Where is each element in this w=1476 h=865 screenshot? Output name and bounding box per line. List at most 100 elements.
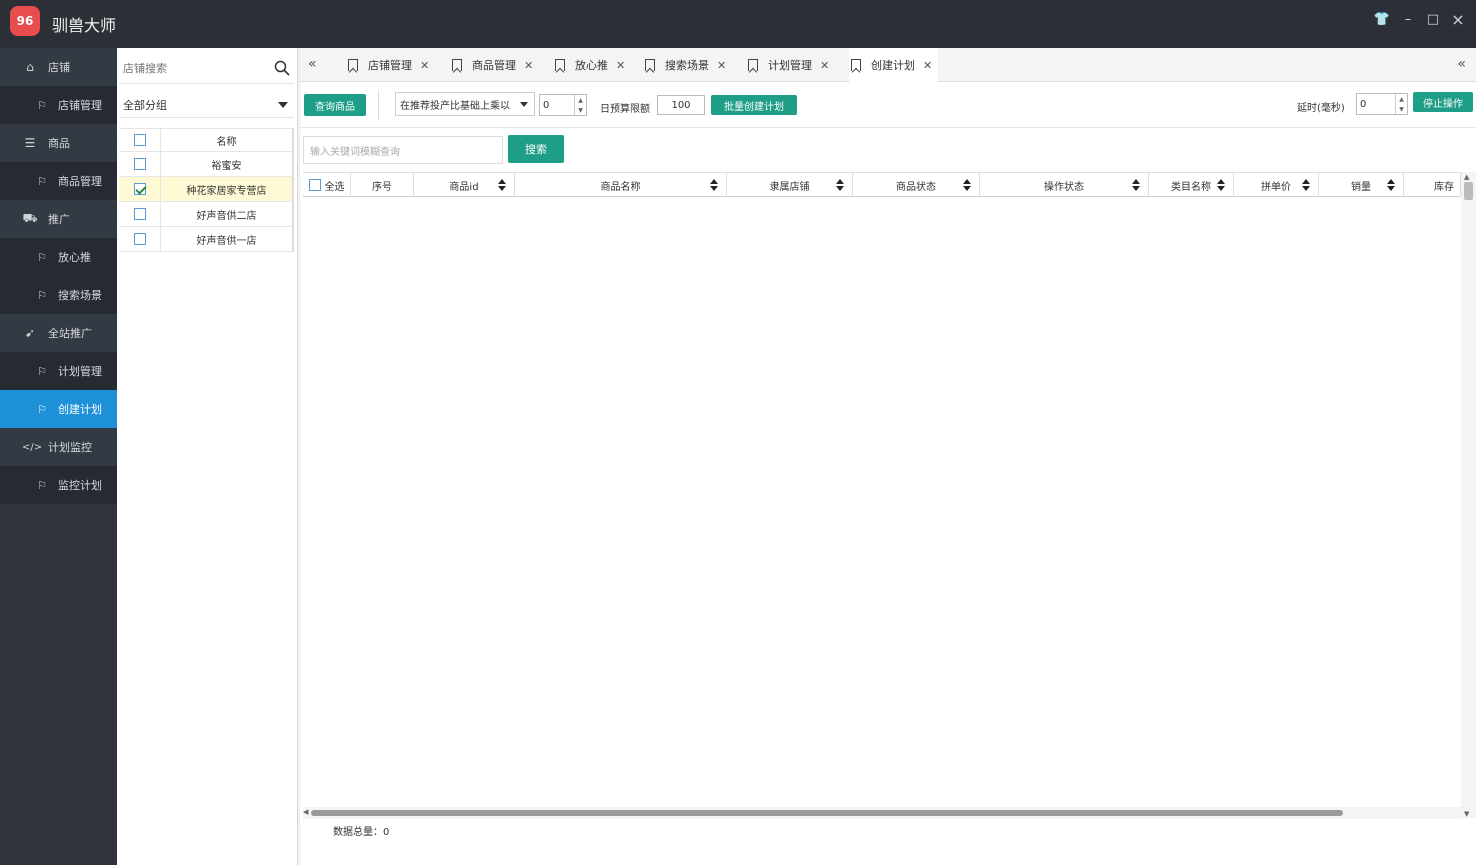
shop-row[interactable]: 好声音供二店 <box>119 202 294 227</box>
search-icon[interactable] <box>274 60 290 76</box>
sidebar-item-4[interactable]: ⛟ 推广 <box>0 200 117 238</box>
scroll-left-icon[interactable]: ◀ <box>303 808 308 816</box>
sidebar-item-9[interactable]: ⚐ 创建计划 <box>0 390 117 428</box>
title-bar: 96 驯兽大师 👕 – □ × <box>0 0 1476 48</box>
sort-icon[interactable] <box>1132 178 1140 192</box>
column-header[interactable]: 类目名称 <box>1149 173 1234 197</box>
tab-3[interactable]: 搜索场景 ✕ <box>643 48 732 82</box>
sidebar-item-3[interactable]: ⚐ 商品管理 <box>0 162 117 200</box>
column-header-label: 库存 <box>1434 181 1454 193</box>
column-header[interactable]: 商品状态 <box>853 173 980 197</box>
stop-operation-button[interactable]: 停止操作 <box>1413 92 1473 112</box>
sidebar-item-10[interactable]: </> 计划监控 <box>0 428 117 466</box>
tab-label: 搜索场景 <box>665 59 709 72</box>
sidebar-item-11[interactable]: ⚐ 监控计划 <box>0 466 117 504</box>
sort-icon[interactable] <box>498 178 506 192</box>
sidebar-item-label: 店铺管理 <box>58 99 102 112</box>
close-tab-icon[interactable]: ✕ <box>420 59 429 72</box>
tab-2[interactable]: 放心推 ✕ <box>553 48 631 82</box>
group-select[interactable]: 全部分组 <box>119 92 294 118</box>
delay-stepper[interactable]: 0 ▲ ▼ <box>1356 93 1408 115</box>
daily-budget-input[interactable]: 100 <box>657 95 705 115</box>
code-icon: </> <box>22 441 43 453</box>
tab-4[interactable]: 计划管理 ✕ <box>746 48 835 82</box>
tab-5[interactable]: 创建计划 ✕ <box>849 48 939 82</box>
close-tab-icon[interactable]: ✕ <box>616 59 625 72</box>
column-header[interactable]: 序号 <box>351 173 414 197</box>
sort-icon[interactable] <box>836 178 844 192</box>
horizontal-scrollbar[interactable]: ◀ <box>303 807 1461 819</box>
sidebar-item-label: 放心推 <box>58 251 91 264</box>
sidebar-item-0[interactable]: ⌂ 店铺 <box>0 48 117 86</box>
bookmark-icon: ⚐ <box>37 478 47 492</box>
data-total-value: 0 <box>383 827 390 838</box>
batch-create-plan-button[interactable]: 批量创建计划 <box>711 95 797 115</box>
scroll-up-icon[interactable]: ▲ <box>1464 173 1469 181</box>
shop-checkbox[interactable] <box>133 183 146 195</box>
stepper-arrows-icon[interactable]: ▲ ▼ <box>1395 94 1407 114</box>
sidebar-item-1[interactable]: ⚐ 店铺管理 <box>0 86 117 124</box>
close-tab-icon[interactable]: ✕ <box>524 59 533 72</box>
select-all-header[interactable]: 全选 <box>303 173 351 197</box>
close-tab-icon[interactable]: ✕ <box>923 59 932 72</box>
sidebar-item-7[interactable]: ➹ 全站推广 <box>0 314 117 352</box>
sort-icon[interactable] <box>1217 178 1225 192</box>
shop-checkbox[interactable] <box>133 233 146 245</box>
column-header[interactable]: 商品名称 <box>515 173 727 197</box>
column-header[interactable]: 商品id <box>414 173 515 197</box>
sort-icon[interactable] <box>963 178 971 192</box>
shop-row[interactable]: 种花家居家专营店 <box>119 177 294 202</box>
shop-search-input[interactable] <box>119 54 259 82</box>
shop-row[interactable]: 好声音供一店 <box>119 227 294 252</box>
close-icon[interactable]: × <box>1448 10 1468 30</box>
strategy-select[interactable]: 在推荐投产比基础上乘以 <box>395 92 535 116</box>
tab-0[interactable]: 店铺管理 ✕ <box>346 48 435 82</box>
close-tab-icon[interactable]: ✕ <box>820 59 829 72</box>
maximize-icon[interactable]: □ <box>1423 10 1443 30</box>
sidebar-item-2[interactable]: ☰ 商品 <box>0 124 117 162</box>
multiplier-stepper[interactable]: 0 ▲ ▼ <box>539 94 587 116</box>
tab-label: 创建计划 <box>871 59 915 72</box>
sidebar-item-8[interactable]: ⚐ 计划管理 <box>0 352 117 390</box>
bookmark-icon <box>748 59 758 71</box>
vertical-scrollbar[interactable]: ▲ ▼ <box>1461 172 1476 818</box>
column-header-label: 商品名称 <box>600 181 641 193</box>
sidebar-item-6[interactable]: ⚐ 搜索场景 <box>0 276 117 314</box>
shop-name: 好声音供一店 <box>161 227 294 251</box>
sort-icon[interactable] <box>1387 178 1395 192</box>
stepper-arrows-icon[interactable]: ▲ ▼ <box>574 95 586 115</box>
minimize-icon[interactable]: – <box>1398 10 1418 30</box>
divider <box>378 90 379 120</box>
close-tab-icon[interactable]: ✕ <box>717 59 726 72</box>
sidebar-item-5[interactable]: ⚐ 放心推 <box>0 238 117 276</box>
column-header[interactable]: 操作状态 <box>980 173 1149 197</box>
skin-icon[interactable]: 👕 <box>1372 10 1392 30</box>
keyword-search-input[interactable]: 输入关键词模糊查询 <box>303 136 503 164</box>
select-all-checkbox[interactable] <box>308 179 321 191</box>
scrollbar-thumb[interactable] <box>311 810 1343 816</box>
column-header-label: 拼单价 <box>1261 181 1291 193</box>
sort-icon[interactable] <box>710 178 718 192</box>
tabs-scroll-right-icon[interactable]: « <box>1457 56 1466 72</box>
sort-icon[interactable] <box>1302 178 1310 192</box>
delay-value: 0 <box>1360 98 1367 110</box>
search-button[interactable]: 搜索 <box>508 135 564 163</box>
column-header[interactable]: 库存 <box>1404 173 1461 197</box>
tab-label: 商品管理 <box>472 59 516 72</box>
column-header[interactable]: 销量 <box>1319 173 1404 197</box>
select-all-shops-checkbox[interactable] <box>133 134 146 146</box>
tab-1[interactable]: 商品管理 ✕ <box>450 48 539 82</box>
shop-checkbox[interactable] <box>133 208 146 220</box>
scroll-down-icon[interactable]: ▼ <box>1464 810 1469 818</box>
column-header-label: 类目名称 <box>1171 181 1211 193</box>
scrollbar-thumb[interactable] <box>1464 182 1473 200</box>
query-products-button[interactable]: 查询商品 <box>304 94 366 116</box>
data-total: 数据总量：0 <box>333 823 389 838</box>
shop-checkbox[interactable] <box>133 158 146 170</box>
column-header-label: 商品id <box>449 181 479 193</box>
shop-row[interactable]: 裕蜜安 <box>119 152 294 177</box>
column-header[interactable]: 拼单价 <box>1234 173 1319 197</box>
tabs-scroll-left-icon[interactable]: « <box>308 56 317 72</box>
product-table: 全选 序号 商品id 商品名称 隶属店铺 商品状态 操作状态 类目名称 拼单价 销量 库存 <box>303 172 1461 812</box>
column-header[interactable]: 隶属店铺 <box>727 173 853 197</box>
